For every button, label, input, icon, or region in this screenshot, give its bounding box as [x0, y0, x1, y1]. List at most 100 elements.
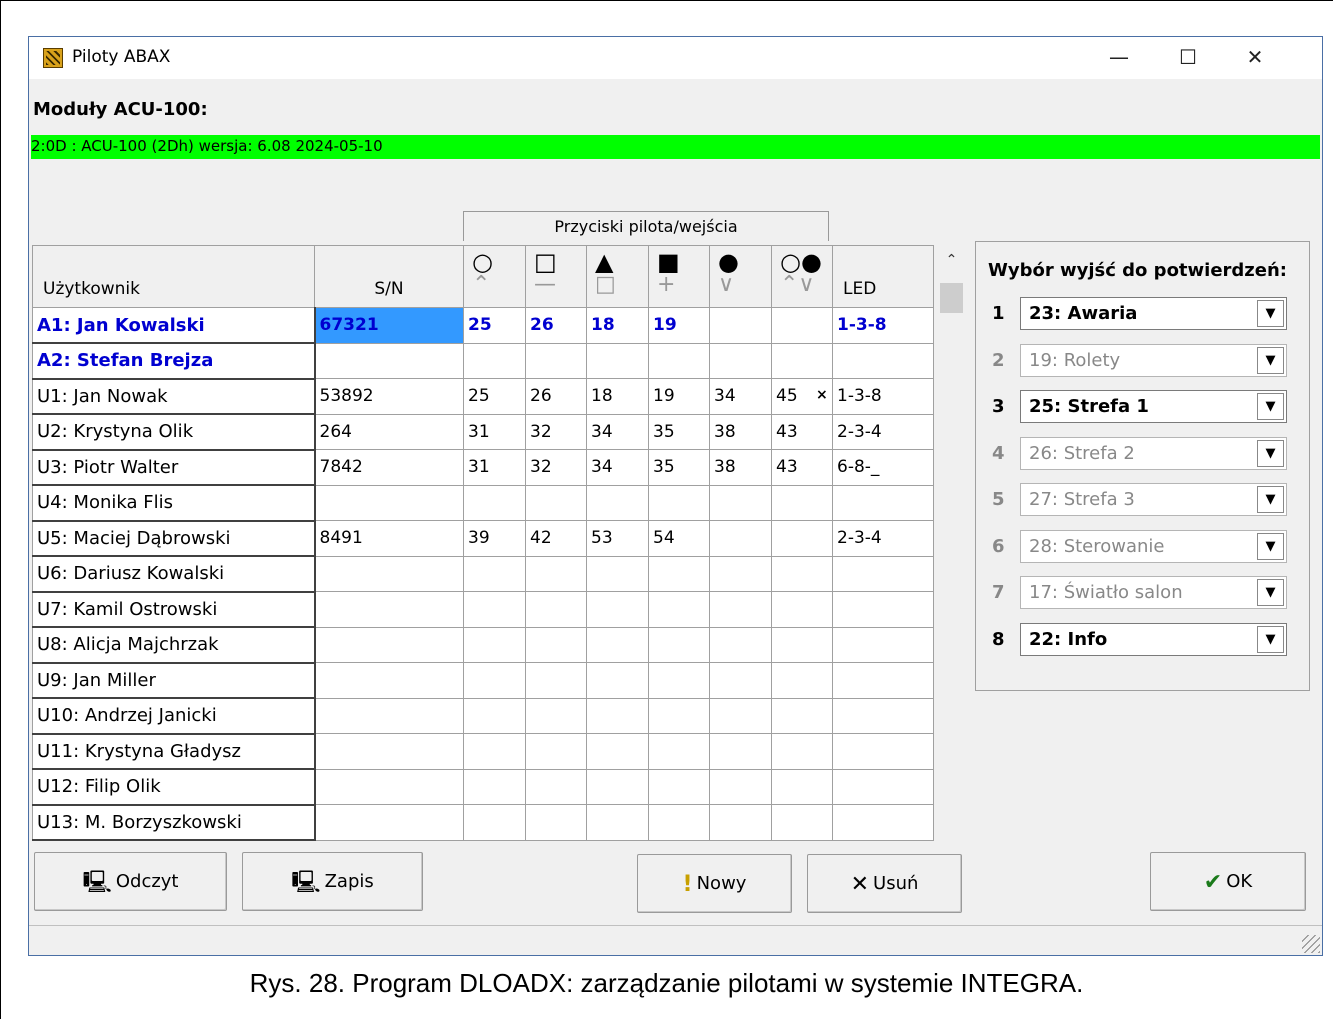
led-cell[interactable]: 1-3-8: [832, 378, 934, 415]
button-output-cell[interactable]: 34: [586, 449, 649, 486]
button-output-cell[interactable]: 18: [586, 378, 649, 415]
led-cell[interactable]: 2-3-4: [832, 520, 934, 557]
table-scrollbar[interactable]: ⌃: [936, 245, 967, 835]
button-output-cell[interactable]: 38: [709, 449, 772, 486]
button-output-cell[interactable]: 43: [771, 449, 833, 486]
button-output-cell[interactable]: [709, 520, 772, 557]
table-row[interactable]: U4: Monika Flis: [32, 484, 934, 522]
button-output-cell[interactable]: [525, 768, 587, 805]
button-output-cell[interactable]: [463, 342, 526, 379]
table-row[interactable]: A1: Jan Kowalski 67321 25 26 18 19 1-3-8: [32, 307, 934, 344]
user-name-cell[interactable]: U2: Krystyna Olik: [32, 413, 316, 451]
dropdown-arrow-icon[interactable]: ▼: [1257, 486, 1284, 513]
col-header-button-1[interactable]: ○ ⌃: [463, 245, 526, 308]
user-name-cell[interactable]: U10: Andrzej Janicki: [32, 697, 316, 735]
button-output-cell[interactable]: [771, 697, 833, 734]
button-output-cell[interactable]: [586, 484, 649, 521]
read-button[interactable]: 🖳 Odczyt: [34, 852, 227, 911]
button-output-cell[interactable]: [648, 626, 710, 663]
button-output-cell[interactable]: 34: [586, 413, 649, 450]
button-output-cell[interactable]: [771, 342, 833, 379]
button-output-cell[interactable]: [709, 626, 772, 663]
button-output-cell[interactable]: 18: [586, 307, 649, 344]
user-name-cell[interactable]: U1: Jan Nowak: [32, 378, 316, 415]
table-row[interactable]: U11: Krystyna Gładysz: [32, 733, 934, 770]
button-output-cell[interactable]: 38: [709, 413, 772, 450]
button-output-cell[interactable]: 25: [463, 378, 526, 415]
button-output-cell[interactable]: [525, 697, 587, 734]
button-output-cell[interactable]: 42: [525, 520, 587, 557]
table-row[interactable]: U5: Maciej Dąbrowski 8491 39 42 53 54 2-3-4: [32, 520, 934, 557]
button-output-cell[interactable]: [648, 804, 710, 841]
button-output-cell[interactable]: [525, 591, 587, 628]
col-header-button-3[interactable]: ▲ □: [586, 245, 649, 308]
ok-button[interactable]: ✔ OK: [1150, 852, 1306, 911]
button-output-cell[interactable]: [648, 555, 710, 592]
button-output-cell[interactable]: [648, 697, 710, 734]
button-output-cell[interactable]: 19: [648, 307, 710, 344]
table-row[interactable]: U1: Jan Nowak 53892 25 26 18 19 34 45 × 1-3-8: [32, 378, 934, 415]
led-cell[interactable]: 6-8-_: [832, 449, 934, 486]
user-name-cell[interactable]: U13: M. Borzyszkowski: [32, 804, 316, 841]
serial-number-cell[interactable]: 53892: [314, 378, 464, 415]
button-output-cell[interactable]: [648, 733, 710, 770]
button-output-cell[interactable]: [648, 484, 710, 521]
minimize-button[interactable]: —: [1096, 37, 1142, 79]
button-output-cell[interactable]: [463, 662, 526, 699]
button-output-cell[interactable]: [771, 555, 833, 592]
dropdown-arrow-icon[interactable]: ▼: [1257, 439, 1284, 467]
button-output-cell[interactable]: 54: [648, 520, 710, 557]
scroll-up-icon[interactable]: ⌃: [936, 245, 967, 275]
button-output-cell[interactable]: [463, 484, 526, 521]
button-output-cell[interactable]: 32: [525, 413, 587, 450]
output-select[interactable]: 25: Strefa 1 ▼: [1020, 390, 1287, 423]
button-output-cell[interactable]: [586, 733, 649, 770]
button-output-cell[interactable]: [648, 768, 710, 805]
col-header-button-6[interactable]: ○● ⌃∨: [771, 245, 833, 308]
new-button[interactable]: ! Nowy: [637, 854, 792, 913]
col-header-sn[interactable]: S/N: [314, 245, 464, 308]
user-name-cell[interactable]: U9: Jan Miller: [32, 662, 316, 699]
button-output-cell[interactable]: [709, 768, 772, 805]
led-cell[interactable]: [832, 626, 934, 663]
user-name-cell[interactable]: U5: Maciej Dąbrowski: [32, 520, 316, 557]
button-output-cell[interactable]: [709, 733, 772, 770]
table-row[interactable]: A2: Stefan Brejza: [32, 342, 934, 380]
led-cell[interactable]: [832, 342, 934, 379]
module-list-item[interactable]: 2:0D : ACU-100 (2Dh) wersja: 6.08 2024-0…: [31, 135, 1320, 159]
col-header-led[interactable]: LED: [832, 245, 934, 308]
button-output-cell[interactable]: [648, 342, 710, 379]
output-select[interactable]: 27: Strefa 3 ▼: [1020, 483, 1287, 516]
dropdown-arrow-icon[interactable]: ▼: [1257, 579, 1284, 606]
col-header-user[interactable]: Użytkownik: [32, 245, 315, 308]
led-cell[interactable]: [832, 733, 934, 770]
button-output-cell[interactable]: 26: [525, 307, 587, 344]
button-output-cell[interactable]: [525, 804, 587, 841]
serial-number-cell[interactable]: [314, 697, 464, 734]
button-output-cell[interactable]: [463, 555, 526, 592]
button-output-cell[interactable]: [463, 591, 526, 628]
table-row[interactable]: U3: Piotr Walter 7842 31 32 34 35 38 43 6-8-_: [32, 449, 934, 486]
col-header-button-2[interactable]: □ —: [525, 245, 587, 308]
button-output-cell[interactable]: 35: [648, 449, 710, 486]
dropdown-arrow-icon[interactable]: ▼: [1257, 532, 1284, 560]
button-output-cell[interactable]: 34: [709, 378, 772, 415]
button-output-cell[interactable]: [771, 307, 833, 344]
write-button[interactable]: 🖳 Zapis: [242, 852, 423, 911]
button-output-cell[interactable]: [771, 484, 833, 521]
serial-number-cell[interactable]: [314, 804, 464, 841]
dropdown-arrow-icon[interactable]: ▼: [1257, 346, 1284, 374]
table-row[interactable]: U10: Andrzej Janicki: [32, 697, 934, 735]
resize-grip-icon[interactable]: [1302, 935, 1320, 953]
button-output-cell[interactable]: 19: [648, 378, 710, 415]
button-output-cell[interactable]: 26: [525, 378, 587, 415]
table-row[interactable]: U2: Krystyna Olik 264 31 32 34 35 38 43 2-3-4: [32, 413, 934, 451]
serial-number-cell[interactable]: 264: [314, 413, 464, 450]
button-output-cell[interactable]: [463, 768, 526, 805]
serial-number-cell[interactable]: [314, 768, 464, 805]
serial-number-cell[interactable]: [314, 342, 464, 379]
button-output-cell[interactable]: [709, 555, 772, 592]
led-cell[interactable]: [832, 555, 934, 592]
output-select[interactable]: 26: Strefa 2 ▼: [1020, 436, 1287, 470]
button-output-cell[interactable]: [586, 804, 649, 841]
